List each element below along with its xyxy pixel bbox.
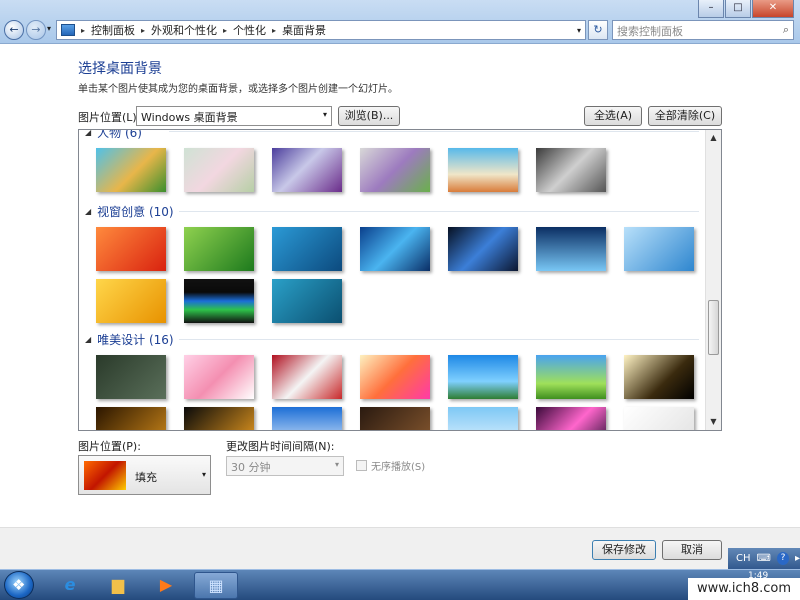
wallpaper-thumbnail[interactable] — [272, 227, 342, 271]
collapse-icon[interactable]: ◢ — [85, 207, 91, 216]
wallpaper-thumbnail[interactable] — [536, 148, 606, 192]
search-icon[interactable]: ⌕ — [783, 23, 789, 37]
wallpaper-thumbnail[interactable] — [272, 148, 342, 192]
window-controls: – □ ✕ — [698, 0, 794, 18]
group-header-windows-creative[interactable]: ◢ 视窗创意 (10) — [85, 203, 174, 220]
position-preview-thumbnail — [84, 461, 126, 490]
forward-button[interactable]: → — [26, 20, 46, 40]
chevron-down-icon: ▾ — [201, 470, 206, 479]
interval-select[interactable]: 30 分钟 ▾ — [226, 456, 344, 476]
system-tray: CH ⌨ ? ▸ — [728, 548, 800, 569]
taskbar-control-panel-icon[interactable]: ▦ — [194, 572, 238, 599]
picture-location-select[interactable]: Windows 桌面背景 ▾ — [136, 106, 332, 126]
shuffle-checkbox[interactable]: 无序播放(S) — [356, 458, 425, 473]
wallpaper-thumbnail[interactable] — [360, 407, 430, 430]
wallpaper-thumbnail[interactable] — [184, 227, 254, 271]
checkbox-box[interactable] — [356, 460, 367, 471]
wallpaper-gallery[interactable]: ◢ 人物 (6) ◢ 视窗创意 (10) ◢ 唯美设计 (16) ▲ ▼ — [78, 129, 722, 431]
minimize-button[interactable]: – — [698, 0, 724, 18]
breadcrumb-control-panel[interactable]: 控制面板 — [91, 22, 135, 38]
group-header-people[interactable]: ◢ 人物 (6) — [85, 130, 142, 141]
select-all-button[interactable]: 全选(A) — [584, 106, 642, 126]
keyboard-icon[interactable]: ⌨ — [757, 553, 771, 564]
wallpaper-thumbnail[interactable] — [448, 407, 518, 430]
scroll-thumb[interactable] — [708, 300, 719, 355]
wallpaper-thumbnail[interactable] — [272, 407, 342, 430]
breadcrumb-appearance[interactable]: 外观和个性化 — [151, 22, 217, 38]
picture-position-label: 图片位置(P): — [78, 440, 141, 453]
wallpaper-thumbnail[interactable] — [624, 355, 694, 399]
search-input[interactable]: 搜索控制面板 ⌕ — [612, 20, 794, 40]
action-footer: 保存修改 取消 — [0, 527, 800, 569]
chevron-down-icon: ▾ — [334, 460, 339, 469]
wallpaper-thumbnail[interactable] — [624, 407, 694, 430]
collapse-icon[interactable]: ◢ — [85, 130, 91, 137]
taskbar: e ▆ ▶ ▦ — [0, 569, 800, 600]
close-button[interactable]: ✕ — [752, 0, 794, 18]
wallpaper-thumbnail[interactable] — [536, 407, 606, 430]
collapse-icon[interactable]: ◢ — [85, 335, 91, 344]
breadcrumb-separator-icon: ▸ — [272, 25, 277, 35]
address-bar[interactable]: ▸ 控制面板 ▸ 外观和个性化 ▸ 个性化 ▸ 桌面背景 ▾ — [56, 20, 586, 40]
wallpaper-thumbnail[interactable] — [96, 407, 166, 430]
wallpaper-thumbnail[interactable] — [360, 148, 430, 192]
address-dropdown-icon[interactable]: ▾ — [577, 26, 581, 35]
interval-label: 更改图片时间间隔(N): — [226, 440, 335, 453]
cancel-button[interactable]: 取消 — [662, 540, 722, 560]
wallpaper-thumbnail[interactable] — [448, 148, 518, 192]
title-bar: – □ ✕ ← → ▾ ▸ 控制面板 ▸ 外观和个性化 ▸ 个性化 ▸ 桌面背景… — [0, 0, 800, 44]
clear-all-button[interactable]: 全部清除(C) — [648, 106, 722, 126]
page-subtitle: 单击某个图片使其成为您的桌面背景，或选择多个图片创建一个幻灯片。 — [78, 84, 398, 95]
wallpaper-thumbnail[interactable] — [272, 355, 342, 399]
save-changes-button[interactable]: 保存修改 — [592, 540, 656, 560]
wallpaper-thumbnail[interactable] — [184, 279, 254, 323]
wallpaper-thumbnail[interactable] — [96, 355, 166, 399]
watermark: www.ich8.com — [688, 578, 800, 600]
picture-location-label: 图片位置(L): — [78, 111, 141, 124]
chevron-down-icon: ▾ — [322, 110, 327, 119]
control-panel-icon — [61, 24, 75, 36]
back-button[interactable]: ← — [4, 20, 24, 40]
breadcrumb-desktop-background[interactable]: 桌面背景 — [282, 22, 326, 38]
help-icon[interactable]: ? — [776, 552, 789, 565]
start-button[interactable] — [4, 571, 34, 599]
wallpaper-thumbnail[interactable] — [624, 227, 694, 271]
scroll-up-icon[interactable]: ▲ — [706, 130, 721, 146]
browse-button[interactable]: 浏览(B)... — [338, 106, 400, 126]
wallpaper-thumbnail[interactable] — [96, 148, 166, 192]
wallpaper-thumbnail[interactable] — [272, 279, 342, 323]
wallpaper-thumbnail[interactable] — [96, 279, 166, 323]
refresh-button[interactable]: ↻ — [588, 20, 608, 40]
wallpaper-thumbnail[interactable] — [184, 355, 254, 399]
wallpaper-thumbnail[interactable] — [448, 355, 518, 399]
wallpaper-thumbnail[interactable] — [536, 227, 606, 271]
wallpaper-thumbnail[interactable] — [96, 227, 166, 271]
gallery-scrollbar[interactable]: ▲ ▼ — [705, 130, 721, 430]
breadcrumb-separator-icon: ▸ — [81, 25, 86, 35]
wallpaper-thumbnail[interactable] — [184, 407, 254, 430]
taskbar-ie-icon[interactable]: e — [48, 572, 92, 599]
maximize-button[interactable]: □ — [725, 0, 751, 18]
wallpaper-thumbnail[interactable] — [360, 355, 430, 399]
taskbar-explorer-icon[interactable]: ▆ — [96, 572, 140, 599]
page-title: 选择桌面背景 — [78, 61, 162, 77]
breadcrumb-separator-icon: ▸ — [223, 25, 228, 35]
breadcrumb-separator-icon: ▸ — [141, 25, 146, 35]
wallpaper-thumbnail[interactable] — [360, 227, 430, 271]
tray-expand-icon[interactable]: ▸ — [795, 553, 800, 564]
language-indicator[interactable]: CH — [736, 553, 751, 564]
wallpaper-thumbnail[interactable] — [184, 148, 254, 192]
taskbar-media-player-icon[interactable]: ▶ — [144, 572, 188, 599]
scroll-down-icon[interactable]: ▼ — [706, 414, 721, 430]
wallpaper-thumbnail[interactable] — [536, 355, 606, 399]
group-header-aesthetic-design[interactable]: ◢ 唯美设计 (16) — [85, 331, 174, 348]
breadcrumb-personalization[interactable]: 个性化 — [233, 22, 266, 38]
picture-position-select[interactable]: 填充 ▾ — [78, 455, 211, 495]
history-dropdown-icon[interactable]: ▾ — [47, 24, 51, 33]
wallpaper-thumbnail[interactable] — [448, 227, 518, 271]
location-row: 图片位置(L): Windows 桌面背景 ▾ 浏览(B)... 全选(A) 全… — [78, 106, 722, 126]
